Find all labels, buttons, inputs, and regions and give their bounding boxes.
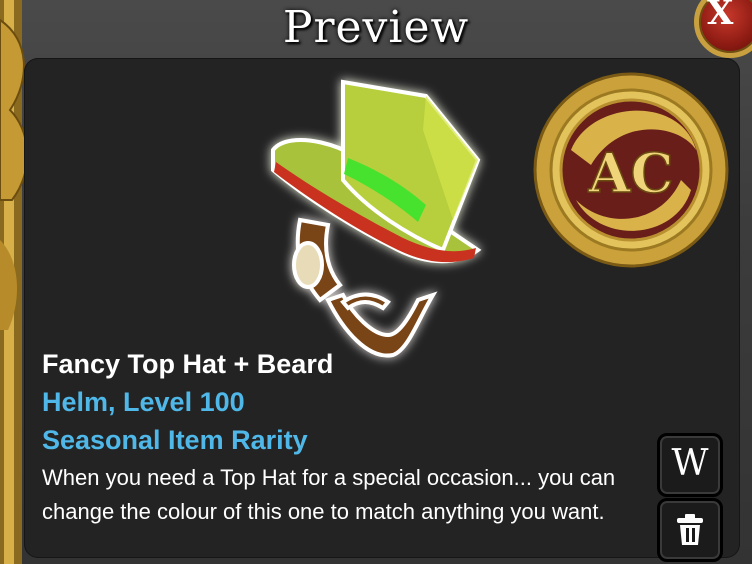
delete-button[interactable] xyxy=(657,498,723,562)
badge-text: AC xyxy=(588,141,674,205)
item-description: When you need a Top Hat for a special oc… xyxy=(42,465,616,524)
trash-icon xyxy=(677,514,703,545)
item-type-level: Helm, Level 100 xyxy=(42,387,245,417)
item-rarity: Seasonal Item Rarity xyxy=(42,425,308,455)
wear-icon: W xyxy=(671,443,709,484)
item-name: Fancy Top Hat + Beard xyxy=(42,349,334,379)
wear-button[interactable]: W xyxy=(657,433,723,497)
top-hat-beard-icon xyxy=(271,79,482,358)
window-title: Preview xyxy=(282,2,470,53)
ac-badge-icon: AC xyxy=(533,72,729,268)
close-icon: X xyxy=(707,0,734,33)
